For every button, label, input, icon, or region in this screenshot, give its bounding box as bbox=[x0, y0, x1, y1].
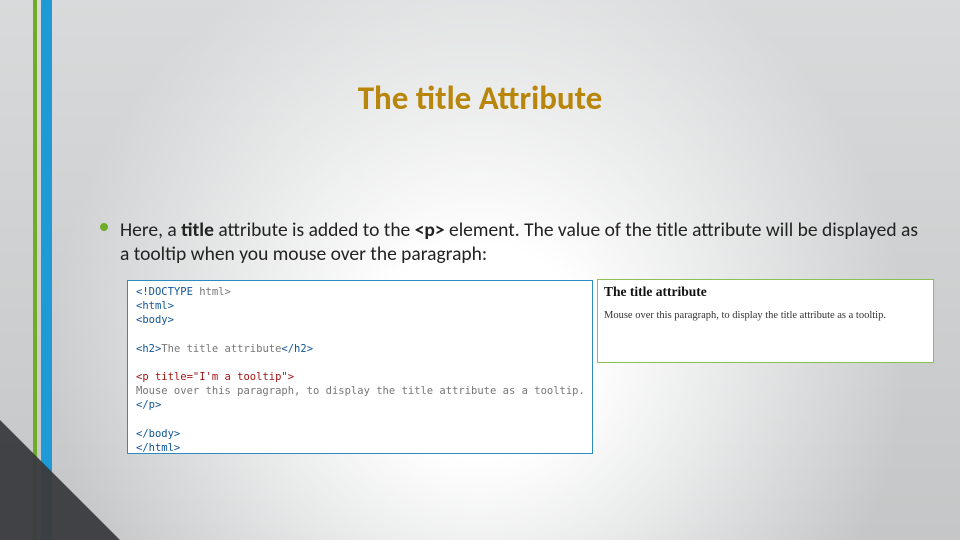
code-token: </h2> bbox=[281, 343, 313, 355]
bullet-fragment: Here, a bbox=[120, 218, 181, 242]
bullet-text: Here, a title attribute is added to the … bbox=[120, 218, 920, 267]
bullet-bold-title: title bbox=[181, 218, 214, 242]
slide-title: The title Attribute bbox=[0, 78, 960, 118]
output-heading: The title attribute bbox=[604, 284, 927, 300]
bullet-fragment: attribute is added to the bbox=[214, 218, 415, 242]
code-token: </html> bbox=[136, 442, 180, 454]
bullet-bold-p: <p> bbox=[415, 218, 445, 242]
slide: The title Attribute Here, a title attrib… bbox=[0, 0, 960, 540]
code-token: Mouse over this paragraph, to display th… bbox=[136, 385, 585, 397]
bullet-icon bbox=[100, 223, 108, 231]
code-token: <h2> bbox=[136, 343, 161, 355]
corner-triangle bbox=[0, 420, 120, 540]
code-panel: <!DOCTYPE html> <html> <body> <h2>The ti… bbox=[127, 280, 593, 454]
code-token: <body> bbox=[136, 314, 174, 326]
code-token: html> bbox=[193, 286, 231, 298]
code-token: <!DOCTYPE bbox=[136, 286, 193, 298]
code-token: </body> bbox=[136, 428, 180, 440]
output-paragraph: Mouse over this paragraph, to display th… bbox=[604, 310, 927, 321]
code-token: title bbox=[149, 371, 187, 383]
code-token: <html> bbox=[136, 300, 174, 312]
code-token: The title attribute bbox=[161, 343, 281, 355]
code-token: <p bbox=[136, 371, 149, 383]
output-panel: The title attribute Mouse over this para… bbox=[597, 279, 934, 363]
code-token: ="I'm a tooltip"> bbox=[187, 371, 294, 383]
code-token: </p> bbox=[136, 399, 161, 411]
